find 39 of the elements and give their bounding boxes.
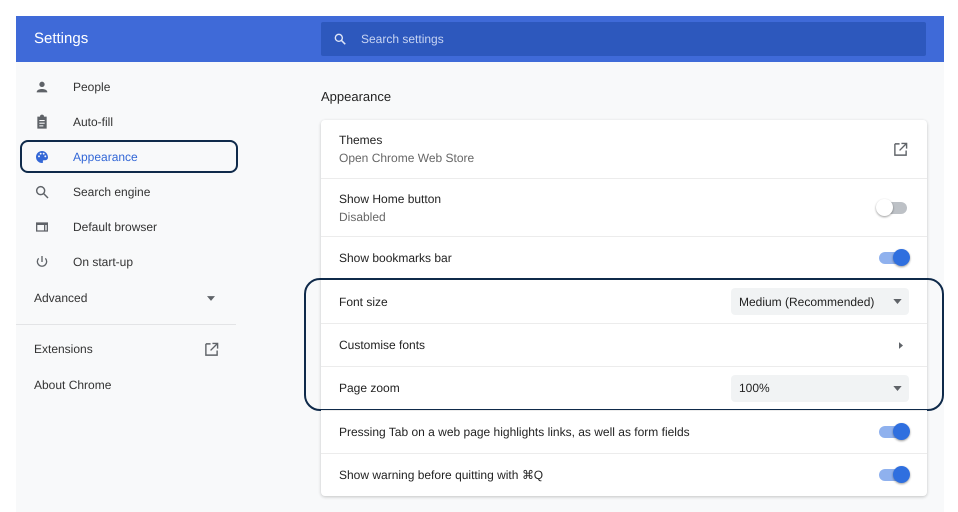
search-icon — [333, 32, 347, 46]
sidebar-item[interactable]: Search engine — [20, 175, 238, 208]
section-title: Appearance — [321, 88, 392, 106]
setting-label: Show bookmarks bar — [339, 251, 453, 265]
sidebar-link[interactable]: Extensions — [16, 331, 236, 367]
search-icon — [34, 184, 50, 200]
person-icon — [34, 78, 50, 94]
page-title: Settings — [34, 30, 88, 47]
setting-label: Themes — [339, 133, 384, 147]
toggle-switch[interactable] — [879, 252, 907, 264]
setting-description: Disabled — [339, 210, 387, 224]
sidebar-item[interactable]: Appearance — [20, 140, 238, 173]
sidebar-link[interactable]: About Chrome — [16, 367, 236, 403]
sidebar-item[interactable]: Default browser — [20, 210, 238, 243]
palette-icon — [34, 148, 50, 164]
sidebar-item[interactable]: Auto-fill — [20, 105, 238, 138]
external-link-icon[interactable] — [893, 142, 908, 156]
power-icon — [34, 254, 50, 270]
caret-icon — [893, 386, 902, 390]
setting-label: Font size — [339, 294, 389, 308]
search-field[interactable]: Search settings — [321, 22, 926, 56]
toggle-switch[interactable] — [879, 202, 907, 214]
setting-label: Page zoom — [339, 381, 401, 395]
setting-label: Customise fonts — [339, 338, 426, 352]
setting-label: Show warning before quitting with ⌘Q — [339, 468, 544, 482]
setting-label: Pressing Tab on a web page highlights links, as well as form fields — [339, 425, 691, 439]
setting-label: Show Home button — [339, 192, 442, 206]
advanced-toggle[interactable]: Advanced — [16, 280, 236, 316]
caret-icon — [893, 299, 902, 304]
external-link-icon — [204, 342, 219, 356]
caret-icon — [207, 296, 215, 300]
sidebar-item[interactable]: People — [20, 70, 238, 103]
dropdown[interactable]: Medium (Recommended) — [731, 288, 909, 315]
toggle-switch[interactable] — [879, 469, 907, 481]
arrow-right-icon[interactable] — [899, 342, 903, 348]
dropdown[interactable]: 100% — [731, 374, 909, 402]
setting-description: Open Chrome Web Store — [339, 151, 476, 165]
sidebar-item[interactable]: On start-up — [20, 245, 238, 278]
toggle-switch[interactable] — [879, 426, 907, 438]
